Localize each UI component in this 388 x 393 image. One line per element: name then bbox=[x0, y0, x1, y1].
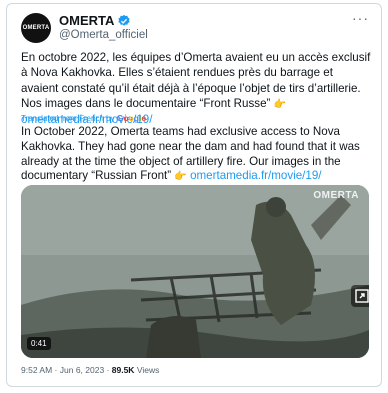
translated-label[interactable]: Translated from French by Google bbox=[21, 113, 146, 123]
more-icon[interactable]: ··· bbox=[352, 10, 369, 26]
video-watermark: OMERTA bbox=[313, 190, 359, 201]
display-name[interactable]: OMERTA bbox=[59, 13, 114, 28]
handle[interactable]: @Omerta_officiel bbox=[59, 29, 148, 41]
tweet-time[interactable]: 9:52 AM bbox=[21, 365, 52, 375]
video-duration: 0:41 bbox=[27, 337, 51, 350]
verified-badge-icon bbox=[118, 14, 130, 26]
pointing-hand-emoji: 👉 bbox=[273, 98, 287, 110]
video-player[interactable]: OMERTA 0:41 bbox=[21, 185, 369, 358]
pointing-hand-emoji: 👉 bbox=[174, 171, 187, 183]
expand-icon[interactable] bbox=[351, 285, 369, 307]
tweet-meta: 9:52 AM · Jun 6, 2023 · 89.5K Views bbox=[21, 365, 160, 375]
views-count: 89.5K bbox=[111, 365, 135, 375]
tweet-header: OMERTA OMERTA @Omerta_officiel ··· bbox=[21, 10, 371, 44]
tweet-date[interactable]: Jun 6, 2023 bbox=[60, 365, 104, 375]
tweet-card: OMERTA OMERTA @Omerta_officiel ··· En oc… bbox=[6, 3, 382, 387]
avatar[interactable]: OMERTA bbox=[21, 13, 51, 43]
name-row: OMERTA bbox=[59, 13, 131, 28]
video-frame bbox=[21, 185, 369, 358]
google-logo: Google bbox=[116, 113, 147, 123]
tweet-text-translation: In October 2022, Omerta teams had exclus… bbox=[21, 125, 373, 185]
views-label: Views bbox=[136, 365, 160, 375]
tweet-link-en[interactable]: omertamedia.fr/movie/19/ bbox=[190, 169, 321, 182]
tweet-text-fr: En octobre 2022, les équipes d’Omerta av… bbox=[21, 51, 371, 110]
